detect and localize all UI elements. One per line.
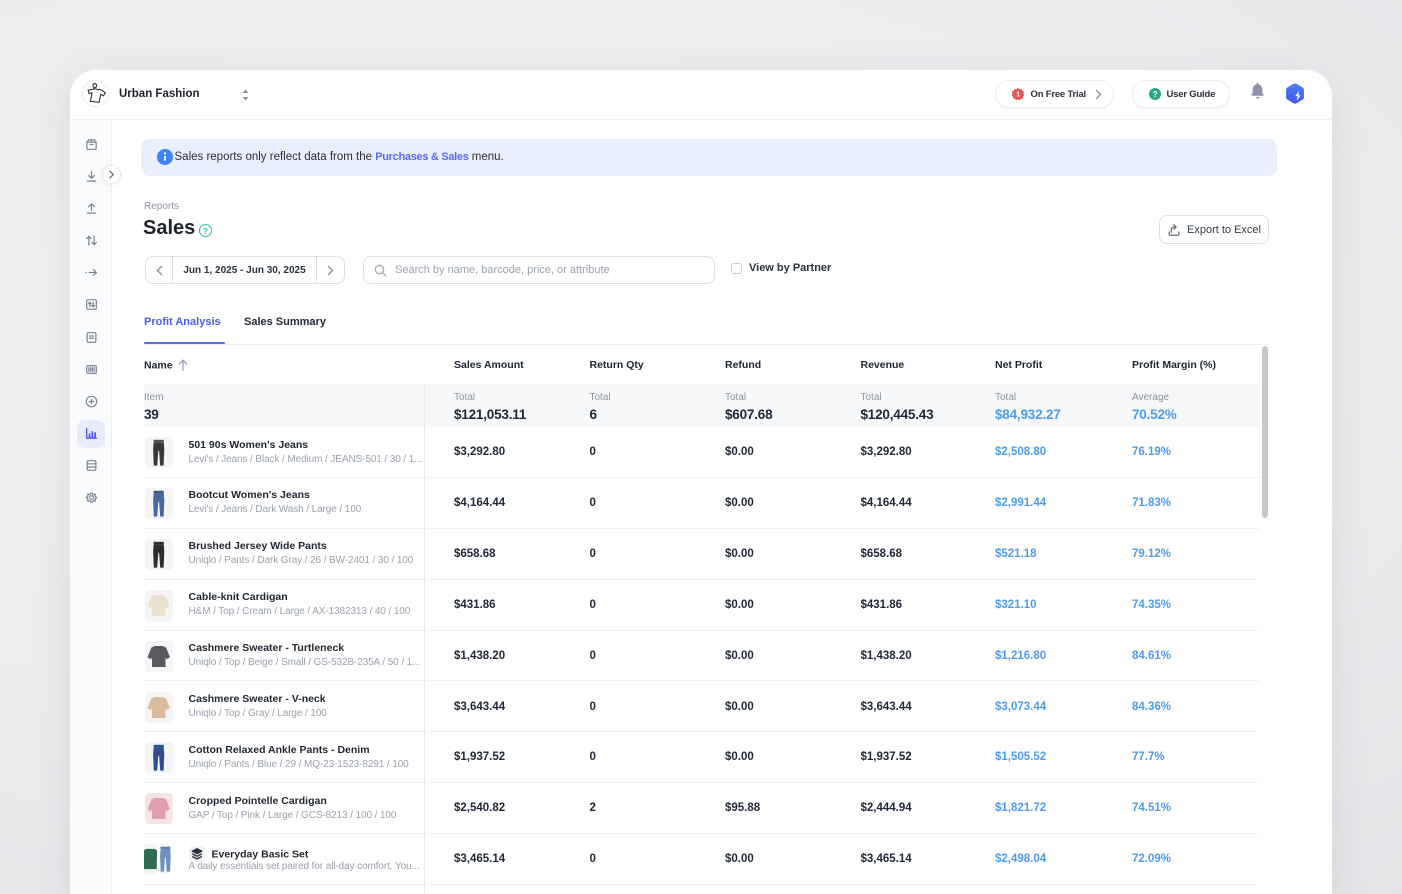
svg-text:?: ? [1152, 90, 1157, 99]
svg-text:1: 1 [1016, 90, 1020, 99]
